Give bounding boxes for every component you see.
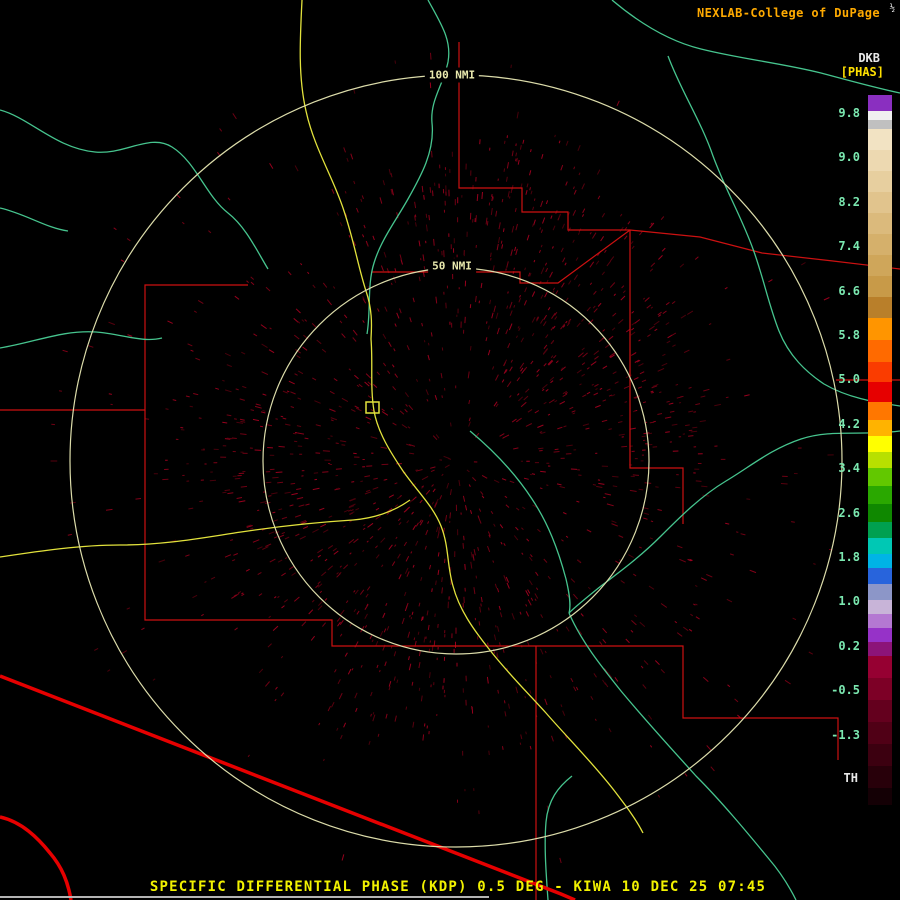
colorbar-segment xyxy=(868,700,892,722)
colorbar-segment xyxy=(868,538,892,554)
colorbar-unit-label: [PHAS] xyxy=(841,65,884,79)
state-border-line xyxy=(0,676,575,900)
colorbar-unit-top: DKB xyxy=(858,51,880,65)
colorbar-segment xyxy=(868,584,892,600)
corner-glyph: ½ xyxy=(890,4,895,14)
colorbar-tick-label: 5.8 xyxy=(838,328,860,342)
colorbar-segment xyxy=(868,504,892,522)
county-line xyxy=(630,230,683,524)
colorbar-segment xyxy=(868,642,892,656)
colorbar-segment xyxy=(868,276,892,297)
county-line xyxy=(459,42,630,230)
colorbar-segment xyxy=(868,95,892,111)
colorbar-segment xyxy=(868,382,892,402)
colorbar-segment xyxy=(868,402,892,420)
county-line xyxy=(372,230,900,283)
colorbar-tick-label: 5.0 xyxy=(838,372,860,386)
radar-noise-speckles xyxy=(107,61,833,792)
colorbar-segment xyxy=(868,656,892,678)
state-border-line xyxy=(0,817,71,900)
colorbar-segment xyxy=(868,436,892,452)
colorbar-segment xyxy=(868,522,892,538)
colorbar-tick-label: 4.2 xyxy=(838,417,860,431)
colorbar-segment xyxy=(868,420,892,436)
river-line xyxy=(0,208,68,231)
colorbar-tick-label: 3.4 xyxy=(838,461,860,475)
colorbar-tick-label: -0.5 xyxy=(831,683,860,697)
radar-noise-speckles xyxy=(109,81,830,860)
colorbar-tick-label: 2.6 xyxy=(838,506,860,520)
colorbar-segment xyxy=(868,129,892,150)
range-ring-label: 50 NMI xyxy=(428,259,476,274)
colorbar xyxy=(868,95,892,805)
site-attribution: NEXLAB-College of DuPage xyxy=(697,6,880,20)
colorbar-tick-label: 9.8 xyxy=(838,106,860,120)
highway-line xyxy=(0,500,410,557)
colorbar-segment xyxy=(868,297,892,318)
colorbar-segment xyxy=(868,234,892,255)
colorbar-tick-label: 7.4 xyxy=(838,239,860,253)
colorbar-tick-label: 8.2 xyxy=(838,195,860,209)
colorbar-segment xyxy=(868,788,892,805)
highway-line xyxy=(300,0,371,339)
colorbar-segment xyxy=(868,150,892,171)
colorbar-segment xyxy=(868,600,892,614)
colorbar-segment xyxy=(868,120,892,129)
colorbar-segment xyxy=(868,568,892,584)
range-ring-label: 100 NMI xyxy=(425,68,479,83)
county-line xyxy=(0,285,248,410)
colorbar-segment xyxy=(868,213,892,234)
colorbar-segment xyxy=(868,744,892,766)
colorbar-segment xyxy=(868,678,892,700)
colorbar-segment xyxy=(868,486,892,504)
colorbar-tick-label: 0.2 xyxy=(838,639,860,653)
colorbar-segment xyxy=(868,171,892,192)
colorbar-segment xyxy=(868,340,892,362)
river-line xyxy=(569,431,900,613)
river-line xyxy=(470,431,570,613)
radar-map-canvas xyxy=(0,0,900,900)
colorbar-segment xyxy=(868,255,892,276)
colorbar-tick-label: 9.0 xyxy=(838,150,860,164)
colorbar-segment xyxy=(868,468,892,486)
colorbar-segment xyxy=(868,628,892,642)
river-line xyxy=(668,56,900,406)
colorbar-tick-label: -1.3 xyxy=(831,728,860,742)
county-line xyxy=(145,410,838,760)
radar-noise-speckles xyxy=(63,72,844,803)
colorbar-segment xyxy=(868,554,892,568)
radar-noise-speckles xyxy=(51,72,816,815)
colorbar-tick-label: 6.6 xyxy=(838,284,860,298)
range-ring xyxy=(70,75,842,847)
highway-line xyxy=(371,339,643,833)
colorbar-segment xyxy=(868,614,892,628)
colorbar-segment xyxy=(868,722,892,744)
colorbar-segment xyxy=(868,318,892,340)
colorbar-tick-label: 1.8 xyxy=(838,550,860,564)
colorbar-segment xyxy=(868,452,892,468)
colorbar-tick-label: 1.0 xyxy=(838,594,860,608)
colorbar-bottom-label: TH xyxy=(844,771,858,785)
river-line xyxy=(0,332,162,348)
colorbar-segment xyxy=(868,192,892,213)
colorbar-segment xyxy=(868,766,892,788)
radar-display: NEXLAB-College of DuPage ½ DKB [PHAS] TH… xyxy=(0,0,900,900)
river-line xyxy=(0,110,268,269)
colorbar-segment xyxy=(868,362,892,382)
product-status-line: SPECIFIC DIFFERENTIAL PHASE (KDP) 0.5 DE… xyxy=(150,879,766,895)
colorbar-segment xyxy=(868,111,892,120)
